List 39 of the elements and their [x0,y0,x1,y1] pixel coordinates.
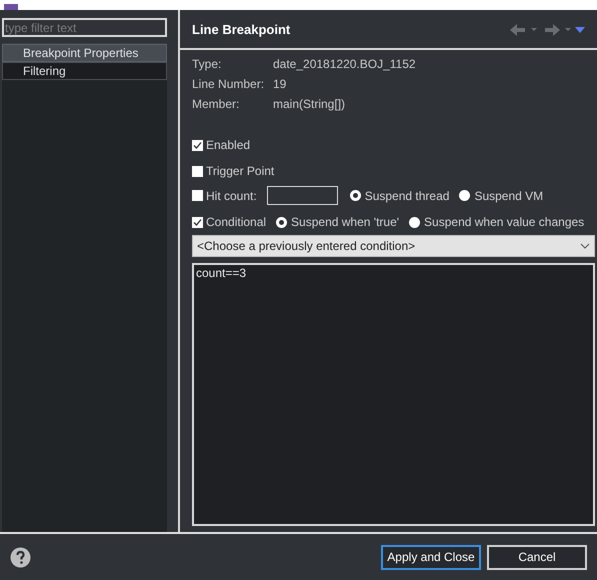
check-icon [193,140,202,150]
menu-caret-icon[interactable] [575,26,585,34]
nav-item[interactable]: Filtering [2,62,167,80]
condition-editor[interactable]: count==3 [192,263,595,526]
checkbox-label: Enabled [206,137,250,154]
radio-label: Suspend thread [364,188,450,204]
checkbox[interactable] [192,190,203,201]
hit-count-field[interactable] [266,186,338,205]
radio-label: Suspend when value changes [424,214,584,231]
checkbox-label: Trigger Point [206,163,274,180]
checkbox-label: Hit count: [206,188,257,204]
checkbox[interactable] [192,140,203,150]
field-label: Member: [192,96,240,112]
checkbox[interactable] [192,216,203,228]
radio-button[interactable] [409,216,420,228]
radio-label: Suspend VM [474,188,544,204]
page-title: Line Breakpoint [192,21,290,40]
help-icon[interactable] [10,546,31,568]
checkbox-label: Conditional [206,214,266,231]
checkbox[interactable] [192,166,203,176]
radio-button[interactable] [459,190,470,201]
field-value: main(String[]) [273,96,346,112]
dialog-button[interactable]: Apply and Close [381,544,481,570]
nav-item[interactable]: Breakpoint Properties [2,44,167,62]
code-text: count==3 [196,266,246,280]
check-icon [193,218,202,226]
condition-history-dropdown[interactable]: <Choose a previously entered condition> [192,235,595,257]
filter-field[interactable]: type filter text [2,18,167,37]
app-icon [4,4,18,10]
field-label: Line Number: [192,76,266,92]
radio-button[interactable] [350,190,361,201]
field-value: date_20181220.BOJ_1152 [273,56,416,72]
field-value: 19 [273,76,286,92]
dialog-button[interactable]: Cancel [487,544,587,570]
chevron-down-icon [580,243,590,249]
field-label: Type: [192,56,222,72]
back-arrow-icon[interactable] [509,23,537,37]
radio-label: Suspend when 'true' [291,214,400,231]
radio-button[interactable] [276,216,288,228]
